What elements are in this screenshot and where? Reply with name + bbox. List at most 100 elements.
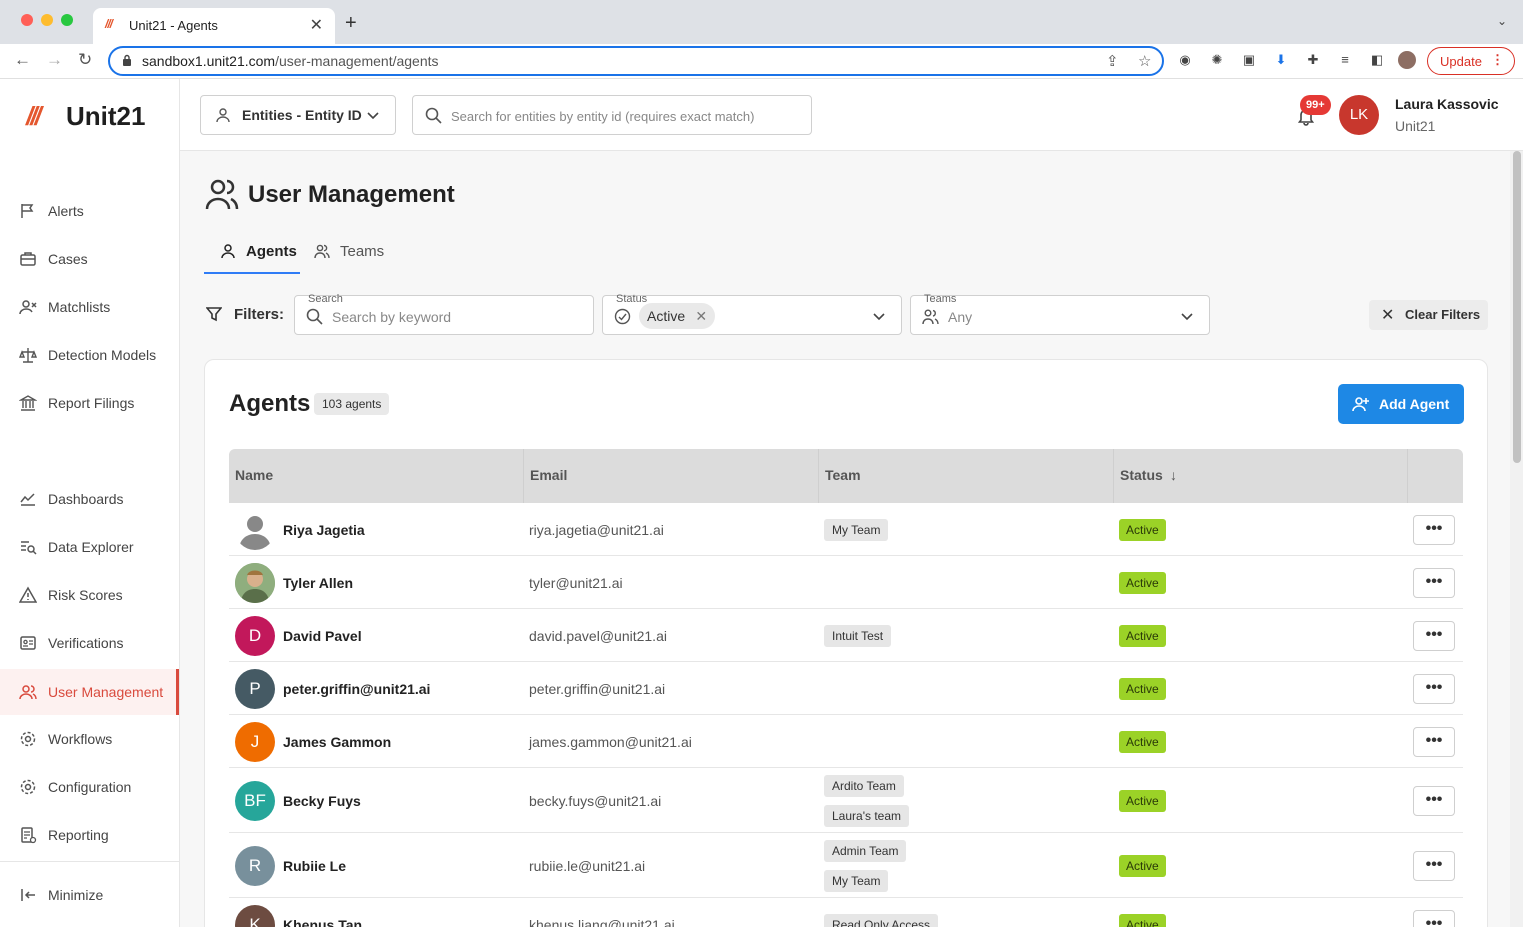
user-avatar[interactable]: LK — [1339, 95, 1379, 135]
page-scrollbar-thumb[interactable] — [1513, 151, 1521, 463]
team-chip: Intuit Test — [824, 624, 892, 647]
status-badge: Active — [1119, 518, 1166, 541]
agent-name[interactable]: James Gammon — [283, 734, 391, 750]
sidebar-item-verifications[interactable]: Verifications — [0, 623, 179, 663]
status-badge: Active — [1119, 789, 1166, 812]
gear-icon — [20, 779, 36, 795]
column-header-status[interactable]: Status ↓ — [1114, 449, 1408, 503]
status-badge: Active — [1119, 854, 1166, 877]
agent-name[interactable]: Becky Fuys — [283, 793, 361, 809]
profile-avatar[interactable] — [1398, 51, 1416, 69]
row-actions-menu-button[interactable]: ••• — [1413, 514, 1455, 545]
agent-name[interactable]: peter.griffin@unit21.ai — [283, 681, 430, 697]
sidebar-item-dashboards[interactable]: Dashboards — [0, 479, 179, 519]
tab-teams[interactable]: Teams — [314, 237, 394, 275]
table-row[interactable]: Tyler Allen tyler@unit21.ai Active ••• — [229, 556, 1463, 609]
window-close-button[interactable] — [21, 14, 33, 26]
entity-type-select[interactable]: Entities - Entity ID — [200, 95, 396, 135]
sidebar-item-report-filings[interactable]: Report Filings — [0, 383, 179, 423]
address-bar[interactable]: sandbox1.unit21.com/user-management/agen… — [108, 46, 1164, 76]
table-row[interactable]: Ppeter.griffin@unit21.ai peter.griffin@un… — [229, 662, 1463, 715]
extensions-puzzle-icon[interactable]: ✚ — [1304, 51, 1322, 69]
bank-icon — [19, 395, 37, 411]
sidebar-item-matchlists[interactable]: Matchlists — [0, 287, 179, 327]
user-name: Laura Kassovic — [1395, 96, 1499, 112]
chevron-down-icon — [873, 313, 885, 321]
sidebar-item-data-explorer[interactable]: Data Explorer — [0, 527, 179, 567]
row-actions-menu-button[interactable]: ••• — [1413, 785, 1455, 816]
tab-agents[interactable]: Agents — [220, 237, 300, 275]
row-actions-menu-button[interactable]: ••• — [1413, 567, 1455, 598]
sidebar-item-user-management[interactable]: User Management — [0, 669, 179, 715]
agent-name[interactable]: Khenus Tan — [283, 917, 362, 927]
row-actions-menu-button[interactable]: ••• — [1413, 850, 1455, 881]
column-header-team[interactable]: Team — [819, 449, 1114, 503]
agent-name[interactable]: Tyler Allen — [283, 575, 353, 591]
share-icon[interactable]: ⇪ — [1106, 52, 1119, 70]
column-header-name[interactable]: Name — [229, 449, 524, 503]
minimize-sidebar-button[interactable]: Minimize — [0, 875, 179, 915]
chevron-down-icon — [1181, 313, 1193, 321]
agent-name[interactable]: David Pavel — [283, 628, 362, 644]
row-actions-menu-button[interactable]: ••• — [1413, 726, 1455, 757]
extension-2-icon[interactable]: ✺ — [1208, 51, 1226, 69]
sidebar-item-workflows[interactable]: Workflows — [0, 719, 179, 759]
sidebar-divider — [0, 861, 179, 862]
agent-avatar: J — [235, 721, 275, 762]
user-org: Unit21 — [1395, 118, 1436, 134]
browser-menu-icon[interactable]: ⋮ — [1491, 52, 1504, 68]
extension-3-icon[interactable]: ▣ — [1240, 51, 1258, 69]
table-row[interactable]: Riya Jagetia riya.jagetia@unit21.ai My Tea… — [229, 503, 1463, 556]
bookmark-star-icon[interactable]: ☆ — [1138, 52, 1151, 70]
media-control-icon[interactable]: ≡ — [1336, 51, 1354, 69]
browser-update-button[interactable]: Update ⋮ — [1427, 47, 1515, 75]
table-row[interactable]: D David Pavel david.pavel@unit21.ai Intuit … — [229, 609, 1463, 662]
agent-name[interactable]: Riya Jagetia — [283, 522, 365, 538]
status-filter-select[interactable]: Status Active ✕ — [602, 293, 902, 335]
sidebar-item-risk-scores[interactable]: Risk Scores — [0, 575, 179, 615]
add-user-icon — [1352, 397, 1369, 412]
sidebar-item-detection-models[interactable]: Detection Models — [0, 335, 179, 375]
download-icon[interactable]: ⬇ — [1272, 51, 1290, 69]
table-row[interactable]: J James Gammon james.gammon@unit21.ai Activ… — [229, 715, 1463, 768]
table-row[interactable]: R Rubiie Le rubiie.le@unit21.ai Admin Team M… — [229, 833, 1463, 898]
lock-icon — [123, 54, 131, 66]
back-arrow-icon[interactable]: ← — [14, 50, 31, 70]
gear-icon — [20, 731, 36, 747]
close-tab-icon[interactable]: ✕ — [310, 15, 323, 35]
sidebar-item-reporting[interactable]: Reporting — [0, 815, 179, 855]
logo-mark-icon: /// — [26, 101, 42, 131]
table-body: Riya Jagetia riya.jagetia@unit21.ai My Tea… — [229, 503, 1463, 927]
sidebar-item-alerts[interactable]: Alerts — [0, 191, 179, 231]
agent-avatar: BF — [235, 780, 275, 821]
agent-name[interactable]: Rubiie Le — [283, 858, 346, 874]
new-tab-button[interactable]: + — [345, 12, 357, 35]
row-actions-menu-button[interactable]: ••• — [1413, 620, 1455, 651]
teams-filter-select[interactable]: Teams Any — [910, 293, 1210, 335]
add-agent-button[interactable]: Add Agent — [1338, 384, 1464, 424]
side-panel-icon[interactable]: ◧ — [1368, 51, 1386, 69]
row-actions-menu-button[interactable]: ••• — [1413, 673, 1455, 704]
window-minimize-button[interactable] — [41, 14, 53, 26]
extension-1-icon[interactable]: ◉ — [1176, 51, 1194, 69]
agent-teams: Intuit Test — [824, 624, 892, 647]
tab-search-chevron-icon[interactable]: ⌄ — [1497, 14, 1507, 28]
team-chip: Admin Team — [824, 839, 907, 862]
clear-filters-button[interactable]: ✕ Clear Filters — [1369, 300, 1488, 330]
table-row[interactable]: BF Becky Fuys becky.fuys@unit21.ai Ardito T… — [229, 768, 1463, 833]
window-zoom-button[interactable] — [61, 14, 73, 26]
remove-chip-icon[interactable]: ✕ — [695, 303, 707, 329]
entity-search-input[interactable]: Search for entities by entity id (requir… — [412, 95, 812, 135]
filters-label: Filters: — [234, 306, 285, 323]
agents-table: Name Email Team Status ↓ Riya Jagetia riya… — [229, 449, 1463, 927]
keyword-search-input[interactable]: Search Search by keyword — [294, 293, 594, 335]
sidebar-item-configuration[interactable]: Configuration — [0, 767, 179, 807]
sidebar-item-cases[interactable]: Cases — [0, 239, 179, 279]
row-actions-menu-button[interactable]: ••• — [1413, 909, 1455, 927]
table-row[interactable]: K Khenus Tan khenus.liang@unit21.ai Read On… — [229, 898, 1463, 927]
browser-tab[interactable]: /// Unit21 - Agents ✕ — [93, 8, 335, 44]
column-header-email[interactable]: Email — [524, 449, 819, 503]
forward-arrow-icon[interactable]: → — [46, 50, 63, 70]
agent-teams: My Team — [824, 518, 889, 541]
reload-icon[interactable]: ↻ — [78, 50, 92, 70]
